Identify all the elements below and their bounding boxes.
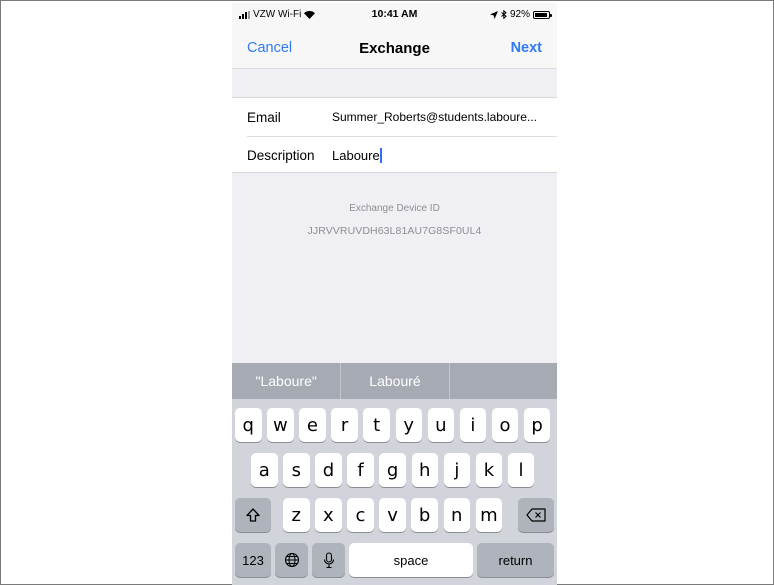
cancel-button[interactable]: Cancel [247,40,292,56]
description-field[interactable]: Laboure [332,147,554,163]
key-g[interactable]: g [379,453,406,487]
key-v[interactable]: v [379,498,406,532]
navigation-bar: Cancel Exchange Next [232,25,557,69]
key-q[interactable]: q [235,408,262,442]
key-y[interactable]: y [395,408,422,442]
key-u[interactable]: u [427,408,455,442]
email-row[interactable]: Email Summer_Roberts@students.laboure... [232,98,557,136]
battery-fill [535,12,547,17]
suggestion-item[interactable]: "Laboure" [232,363,340,399]
next-button[interactable]: Next [511,40,542,56]
text-cursor [379,147,382,163]
key-b[interactable]: b [411,498,438,532]
email-field[interactable]: Summer_Roberts@students.laboure... [332,110,554,124]
device-id-label: Exchange Device ID [349,203,440,214]
key-w[interactable]: w [267,408,294,442]
suggestion-item[interactable] [448,363,557,399]
key-o[interactable]: o [491,408,519,442]
globe-key[interactable] [275,543,308,577]
status-right: 92% [489,9,552,20]
phone-screen: VZW Wi-Fi 10:41 AM 92% Cancel Exchange N… [232,3,557,585]
battery-percent: 92% [509,9,530,20]
key-e[interactable]: e [299,408,326,442]
email-label: Email [247,109,281,125]
key-k[interactable]: k [475,453,503,487]
microphone-key[interactable] [312,543,345,577]
suggestion-item[interactable]: Labouré [340,363,448,399]
key-f[interactable]: f [347,453,374,487]
device-id-section: Exchange Device ID JJRVVRUVDH63L81AU7G8S… [232,203,557,237]
account-form: Email Summer_Roberts@students.laboure...… [232,97,557,173]
key-j[interactable]: j [443,453,471,487]
key-a[interactable]: a [251,453,278,487]
key-d[interactable]: d [315,453,342,487]
description-label: Description [247,147,315,163]
key-s[interactable]: s [283,453,310,487]
backspace-icon [526,508,546,522]
key-x[interactable]: x [315,498,342,532]
shift-icon [246,508,260,522]
shift-key[interactable] [235,498,271,532]
description-row[interactable]: Description Laboure [232,136,557,174]
screenshot-frame: VZW Wi-Fi 10:41 AM 92% Cancel Exchange N… [0,0,774,585]
key-h[interactable]: h [411,453,438,487]
key-c[interactable]: c [347,498,374,532]
keyboard: "Laboure" Labouré qwertyuiop asdfghjkl zxc… [232,363,557,585]
location-icon [489,10,498,19]
device-id-value: JJRVVRUVDH63L81AU7G8SF0UL4 [307,225,482,237]
bluetooth-icon [501,10,507,19]
return-key[interactable]: return [477,543,554,577]
key-p[interactable]: p [523,408,551,442]
globe-icon [284,552,299,568]
description-value: Laboure [332,147,380,163]
key-i[interactable]: i [459,408,487,442]
key-t[interactable]: t [363,408,390,442]
key-l[interactable]: l [507,453,535,487]
suggestion-bar: "Laboure" Labouré [232,363,557,399]
numbers-key[interactable]: 123 [235,543,271,577]
battery-icon [533,10,552,19]
status-bar: VZW Wi-Fi 10:41 AM 92% [232,3,557,25]
key-n[interactable]: n [443,498,470,532]
microphone-icon [323,551,334,568]
key-r[interactable]: r [331,408,358,442]
space-key[interactable]: space [349,543,473,577]
key-m[interactable]: m [475,498,503,532]
section-spacer [232,69,557,97]
backspace-key[interactable] [518,498,554,532]
key-z[interactable]: z [283,498,310,532]
